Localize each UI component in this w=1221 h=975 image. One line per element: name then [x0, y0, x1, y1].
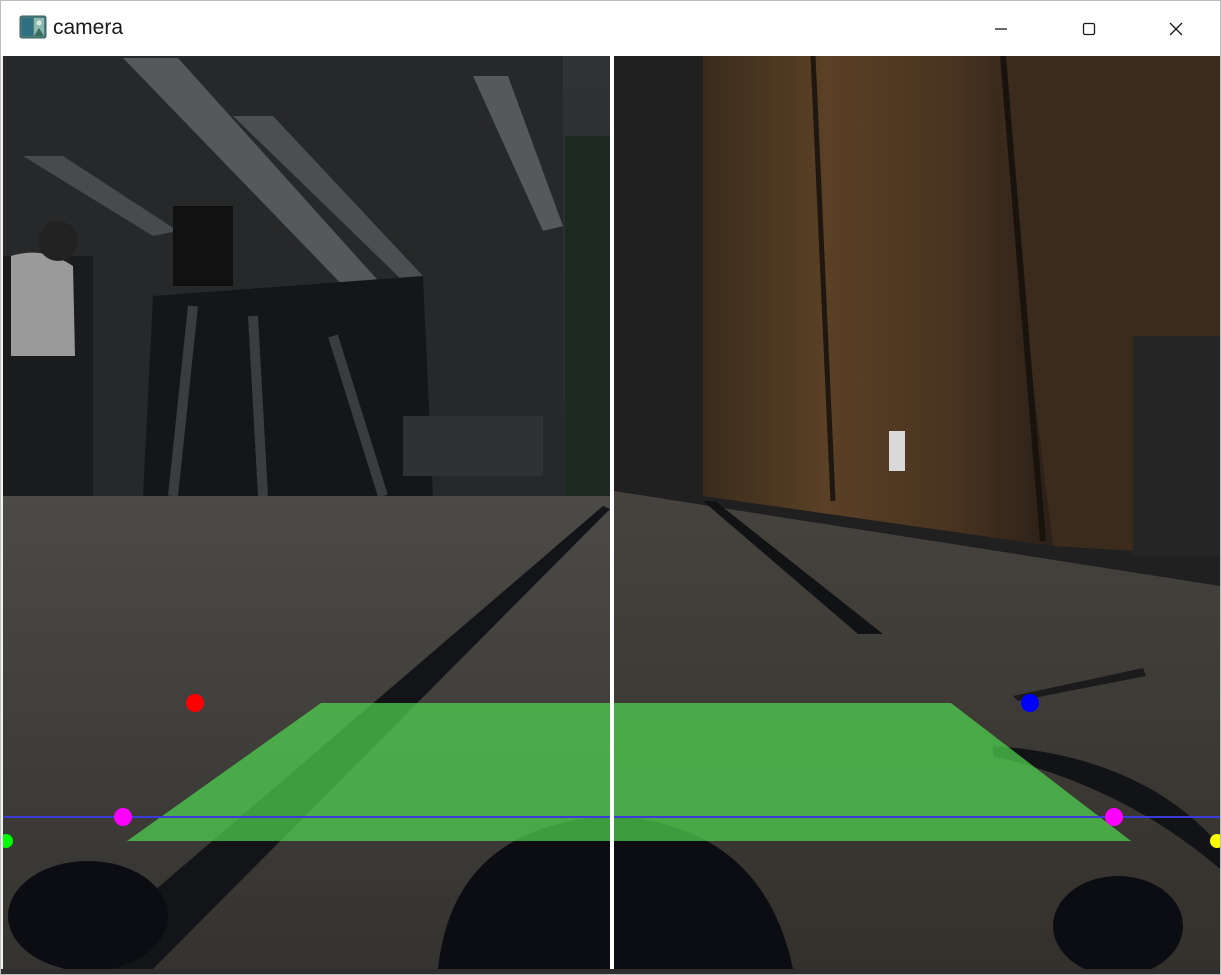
minimize-icon — [995, 27, 1007, 30]
maximize-icon — [1082, 22, 1096, 35]
camera-frame-canvas — [3, 56, 1220, 969]
close-button[interactable] — [1132, 1, 1220, 56]
window-title: camera — [53, 16, 124, 39]
center-divider — [610, 56, 614, 969]
left-horizon-point — [114, 808, 132, 826]
right-lane-point — [1021, 694, 1039, 712]
camera-window: camera — [0, 0, 1221, 975]
window-bottom-border — [1, 969, 1220, 974]
right-horizon-point — [1105, 808, 1123, 826]
minimize-button[interactable] — [957, 1, 1045, 56]
title-bar[interactable]: camera — [1, 1, 1220, 56]
maximize-button[interactable] — [1045, 1, 1133, 56]
close-icon — [1169, 22, 1183, 35]
image-app-icon — [19, 15, 47, 39]
left-lane-point — [186, 694, 204, 712]
camera-feed — [3, 56, 1220, 969]
